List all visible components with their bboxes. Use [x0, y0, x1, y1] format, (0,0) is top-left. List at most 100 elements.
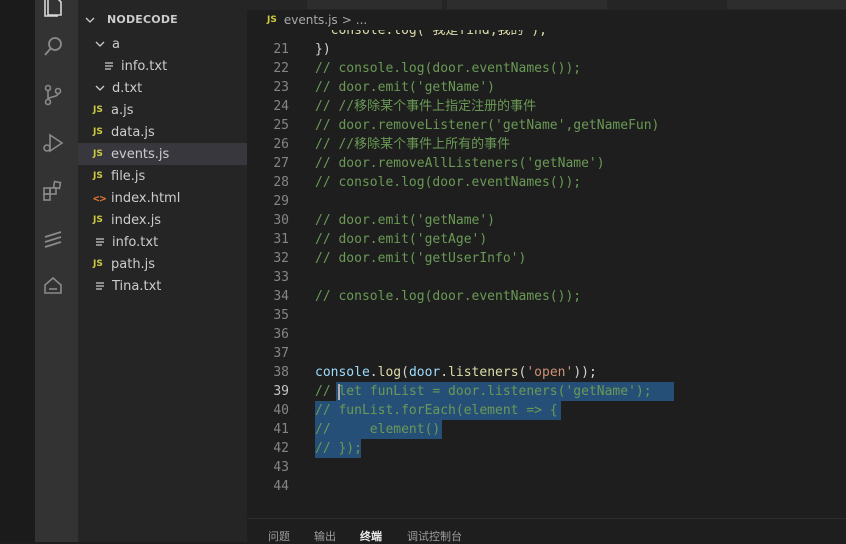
code-line: 22 // console.log(door.eventNames()); — [247, 59, 846, 78]
tree-file-index-html[interactable]: <> index.html — [78, 187, 247, 209]
code-line: 26 // //移除某个事件上所有的事件 — [247, 135, 846, 154]
tree-item-label: d.txt — [112, 80, 143, 96]
search-icon[interactable] — [41, 35, 65, 59]
line-number: 32 — [273, 251, 289, 266]
tree-file-file-js[interactable]: JS file.js — [78, 165, 247, 187]
code-text: // door.emit('getName') — [315, 213, 496, 228]
code-line: 36 — [247, 325, 846, 344]
js-file-icon: JS — [267, 15, 277, 25]
code-text: // element() — [315, 422, 441, 437]
source-control-icon[interactable] — [41, 83, 65, 107]
code-line: 29 — [247, 192, 846, 211]
line-number: 25 — [273, 118, 289, 133]
code-text: // let funList = door.listeners('getName… — [315, 384, 652, 399]
code-line: 25 // door.removeListener('getName',getNa… — [247, 116, 846, 135]
line-number: 33 — [273, 270, 289, 285]
code-line: 23 // door.emit('getName') — [247, 78, 846, 97]
code-text: console.log('我是find,我的'); — [315, 30, 548, 38]
remote-icon[interactable] — [41, 227, 65, 251]
line-number: 41 — [273, 422, 289, 437]
tree-item-label: a.js — [111, 102, 134, 118]
js-file-icon: JS — [93, 105, 103, 115]
root-folder-label: NODECODE — [107, 13, 178, 26]
explorer-root-folder[interactable]: NODECODE — [84, 13, 178, 26]
code-line: 37 — [247, 344, 846, 363]
line-number: 35 — [273, 308, 289, 323]
code-line: 40 // funList.forEach(element => { — [247, 401, 846, 420]
code-line: 39 // let funList = door.listeners('getNa… — [247, 382, 846, 401]
code-text: // }); — [315, 441, 362, 456]
extensions-icon[interactable] — [41, 179, 65, 203]
tree-file-info-txt-root[interactable]: info.txt — [78, 231, 247, 253]
line-number: 36 — [273, 327, 289, 342]
tree-item-label: info.txt — [112, 234, 159, 250]
tree-file-info-txt[interactable]: info.txt — [78, 55, 247, 77]
code-line: 32 // door.emit('getUserInfo') — [247, 249, 846, 268]
js-file-icon: JS — [93, 259, 103, 269]
tree-item-label: a — [112, 36, 120, 52]
text-file-icon — [96, 282, 104, 290]
tree-file-events-js[interactable]: JS events.js — [78, 143, 247, 165]
code-line: 33 — [247, 268, 846, 287]
code-text: // door.removeAllListeners('getName') — [315, 156, 605, 171]
code-text: // funList.forEach(element => { — [315, 403, 558, 418]
code-line: 31 // door.emit('getAge') — [247, 230, 846, 249]
code-editor[interactable]: console.log('我是find,我的'); 21}) 22 // conso… — [247, 30, 846, 518]
code-line: 27 // door.removeAllListeners('getName') — [247, 154, 846, 173]
js-file-icon: JS — [93, 127, 103, 137]
tree-file-index-js[interactable]: JS index.js — [78, 209, 247, 231]
code-line: 43 — [247, 458, 846, 477]
code-text: // console.log(door.eventNames()); — [315, 61, 582, 76]
line-number: 27 — [273, 156, 289, 171]
breadcrumb[interactable]: JS events.js > ... — [267, 13, 367, 27]
panel-tab-bar — [247, 518, 846, 543]
tree-file-a-js[interactable]: JS a.js — [78, 99, 247, 121]
explorer-icon[interactable] — [41, 0, 65, 18]
deploy-icon[interactable] — [41, 275, 65, 299]
code-text: console.log(door.listeners('open')); — [315, 365, 597, 380]
run-debug-icon[interactable] — [41, 131, 65, 155]
line-number: 38 — [273, 365, 289, 380]
tree-file-tina-txt[interactable]: Tina.txt — [78, 275, 247, 297]
tree-file-path-js[interactable]: JS path.js — [78, 253, 247, 275]
code-line: 34 // console.log(door.eventNames()); — [247, 287, 846, 306]
chevron-down-icon — [95, 41, 105, 47]
tree-item-label: Tina.txt — [112, 278, 162, 294]
code-line: 35 — [247, 306, 846, 325]
tree-item-label: events.js — [111, 146, 170, 162]
line-number: 24 — [273, 99, 289, 114]
tree-item-label: index.js — [111, 212, 162, 228]
editor-tab-strip — [247, 0, 846, 10]
editor-tab[interactable] — [447, 0, 607, 9]
line-number: 37 — [273, 346, 289, 361]
breadcrumb-separator: > — [341, 13, 352, 27]
breadcrumb-rest[interactable]: ... — [356, 13, 367, 27]
line-number: 44 — [273, 479, 289, 494]
code-line: 41 // element() — [247, 420, 846, 439]
code-text: // //移除某个事件上指定注册的事件 — [315, 99, 537, 114]
line-number: 34 — [273, 289, 289, 304]
code-line: 42 // }); — [247, 439, 846, 458]
code-line: 28 // console.log(door.eventNames()); — [247, 173, 846, 192]
line-number: 22 — [273, 61, 289, 76]
tree-folder-d-txt[interactable]: d.txt — [78, 77, 247, 99]
editor-tab[interactable] — [727, 0, 846, 9]
tree-item-label: info.txt — [121, 58, 168, 74]
line-number: 23 — [273, 80, 289, 95]
code-line: 30 // door.emit('getName') — [247, 211, 846, 230]
text-cursor — [338, 384, 340, 400]
line-number: 40 — [273, 403, 289, 418]
line-number: 30 — [273, 213, 289, 228]
editor-tab[interactable] — [307, 0, 442, 9]
code-line: 21}) — [247, 40, 846, 59]
tree-folder-a[interactable]: a — [78, 33, 247, 55]
code-text: // console.log(door.eventNames()); — [315, 289, 582, 304]
js-file-icon: JS — [93, 215, 103, 225]
code-line: 38 console.log(door.listeners('open')); — [247, 363, 846, 382]
line-number: 43 — [273, 460, 289, 475]
breadcrumb-file[interactable]: events.js — [284, 13, 338, 27]
code-line-partial: console.log('我是find,我的'); — [247, 30, 846, 40]
tree-item-label: file.js — [111, 168, 146, 184]
code-line: 44 — [247, 477, 846, 496]
tree-file-data-js[interactable]: JS data.js — [78, 121, 247, 143]
